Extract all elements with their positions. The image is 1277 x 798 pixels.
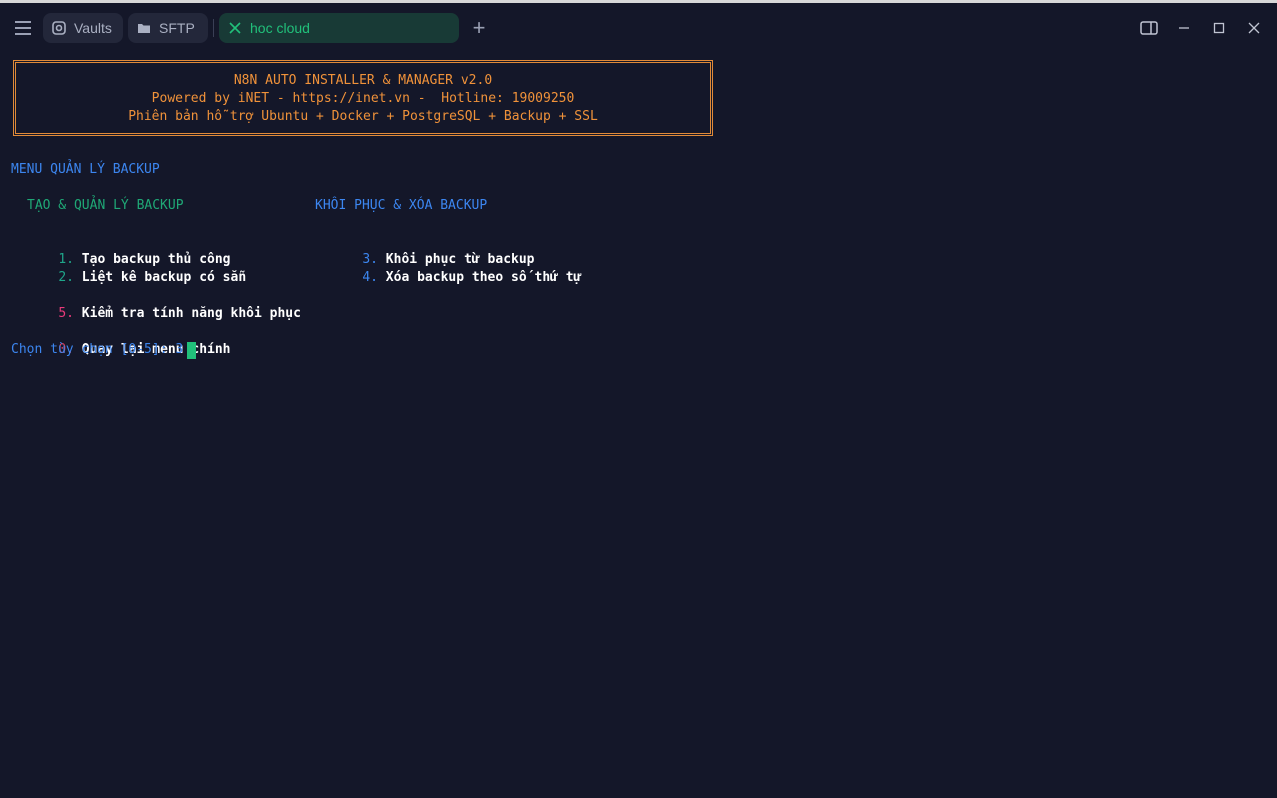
- tab-vaults[interactable]: Vaults: [43, 13, 123, 43]
- maximize-icon[interactable]: [1208, 17, 1230, 39]
- close-window-icon[interactable]: [1243, 17, 1265, 39]
- section-restore-delete: KHÔI PHỤC & XÓA BACKUP: [315, 198, 488, 213]
- terminal-output[interactable]: N8N AUTO INSTALLER & MANAGER v2.0 Powere…: [0, 53, 1277, 798]
- new-tab-plus-icon[interactable]: +: [468, 16, 490, 40]
- sidebar-toggle-icon[interactable]: [1138, 17, 1160, 39]
- menu-title: MENU QUẢN LÝ BACKUP: [11, 162, 160, 177]
- section-create-manage: TẠO & QUẢN LÝ BACKUP: [27, 198, 184, 213]
- banner-powered-by: Powered by iNET - https://inet.vn - Hotl…: [151, 91, 575, 106]
- banner-title: N8N AUTO INSTALLER & MANAGER v2.0: [233, 73, 493, 88]
- title-bar: Vaults SFTP hoc cloud +: [0, 3, 1277, 53]
- installer-banner: N8N AUTO INSTALLER & MANAGER v2.0 Powere…: [13, 60, 713, 136]
- tab-hoc-cloud[interactable]: hoc cloud: [219, 13, 459, 43]
- tab-label: hoc cloud: [250, 20, 310, 36]
- tab-sftp[interactable]: SFTP: [128, 13, 208, 43]
- command-prompt[interactable]: Chọn tùy chọn [0-5]: 3: [11, 341, 183, 359]
- tab-label: Vaults: [74, 20, 112, 36]
- close-icon[interactable]: [228, 21, 242, 35]
- text-cursor: [187, 342, 196, 359]
- prompt-input[interactable]: 3: [175, 342, 183, 357]
- banner-version-info: Phiên bản hỗ trợ Ubuntu + Docker + Postg…: [128, 109, 598, 124]
- tab-divider: [213, 19, 214, 37]
- tab-label: SFTP: [159, 20, 195, 36]
- minimize-icon[interactable]: [1173, 17, 1195, 39]
- menu-icon[interactable]: [12, 17, 34, 39]
- option-4[interactable]: 4. Xóa backup theo số thứ tự: [331, 251, 581, 305]
- prompt-text: Chọn tùy chọn [0-5]:: [11, 342, 176, 357]
- folder-icon: [137, 21, 151, 35]
- vault-icon: [52, 21, 66, 35]
